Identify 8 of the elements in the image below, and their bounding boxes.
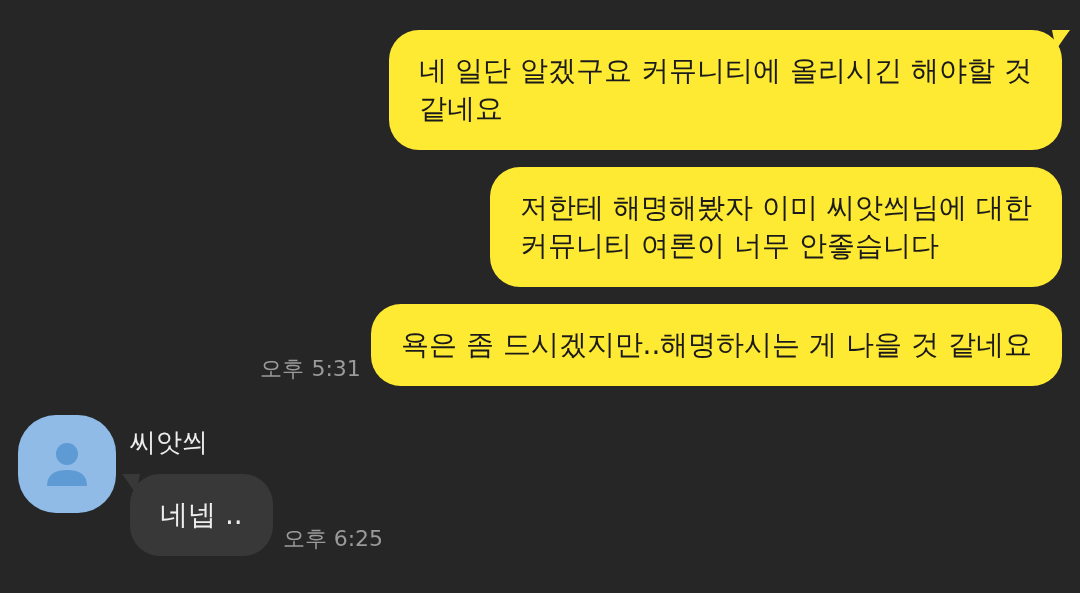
message-time: 오후 6:25 bbox=[282, 525, 384, 553]
message-time: 오후 5:31 bbox=[260, 355, 361, 383]
sender-name: 씨앗씌 bbox=[130, 426, 209, 459]
sent-message: 욕은 좀 드시겠지만..해명하시는 게 나을 것 같네요 bbox=[370, 304, 1062, 386]
avatar[interactable] bbox=[18, 415, 116, 513]
person-icon bbox=[45, 440, 89, 488]
bubble-tail bbox=[1052, 30, 1070, 50]
sent-message: 저한테 해명해봤자 이미 씨앗씌님에 대한 커뮤니티 여론이 너무 안좋습니다 bbox=[490, 167, 1062, 287]
